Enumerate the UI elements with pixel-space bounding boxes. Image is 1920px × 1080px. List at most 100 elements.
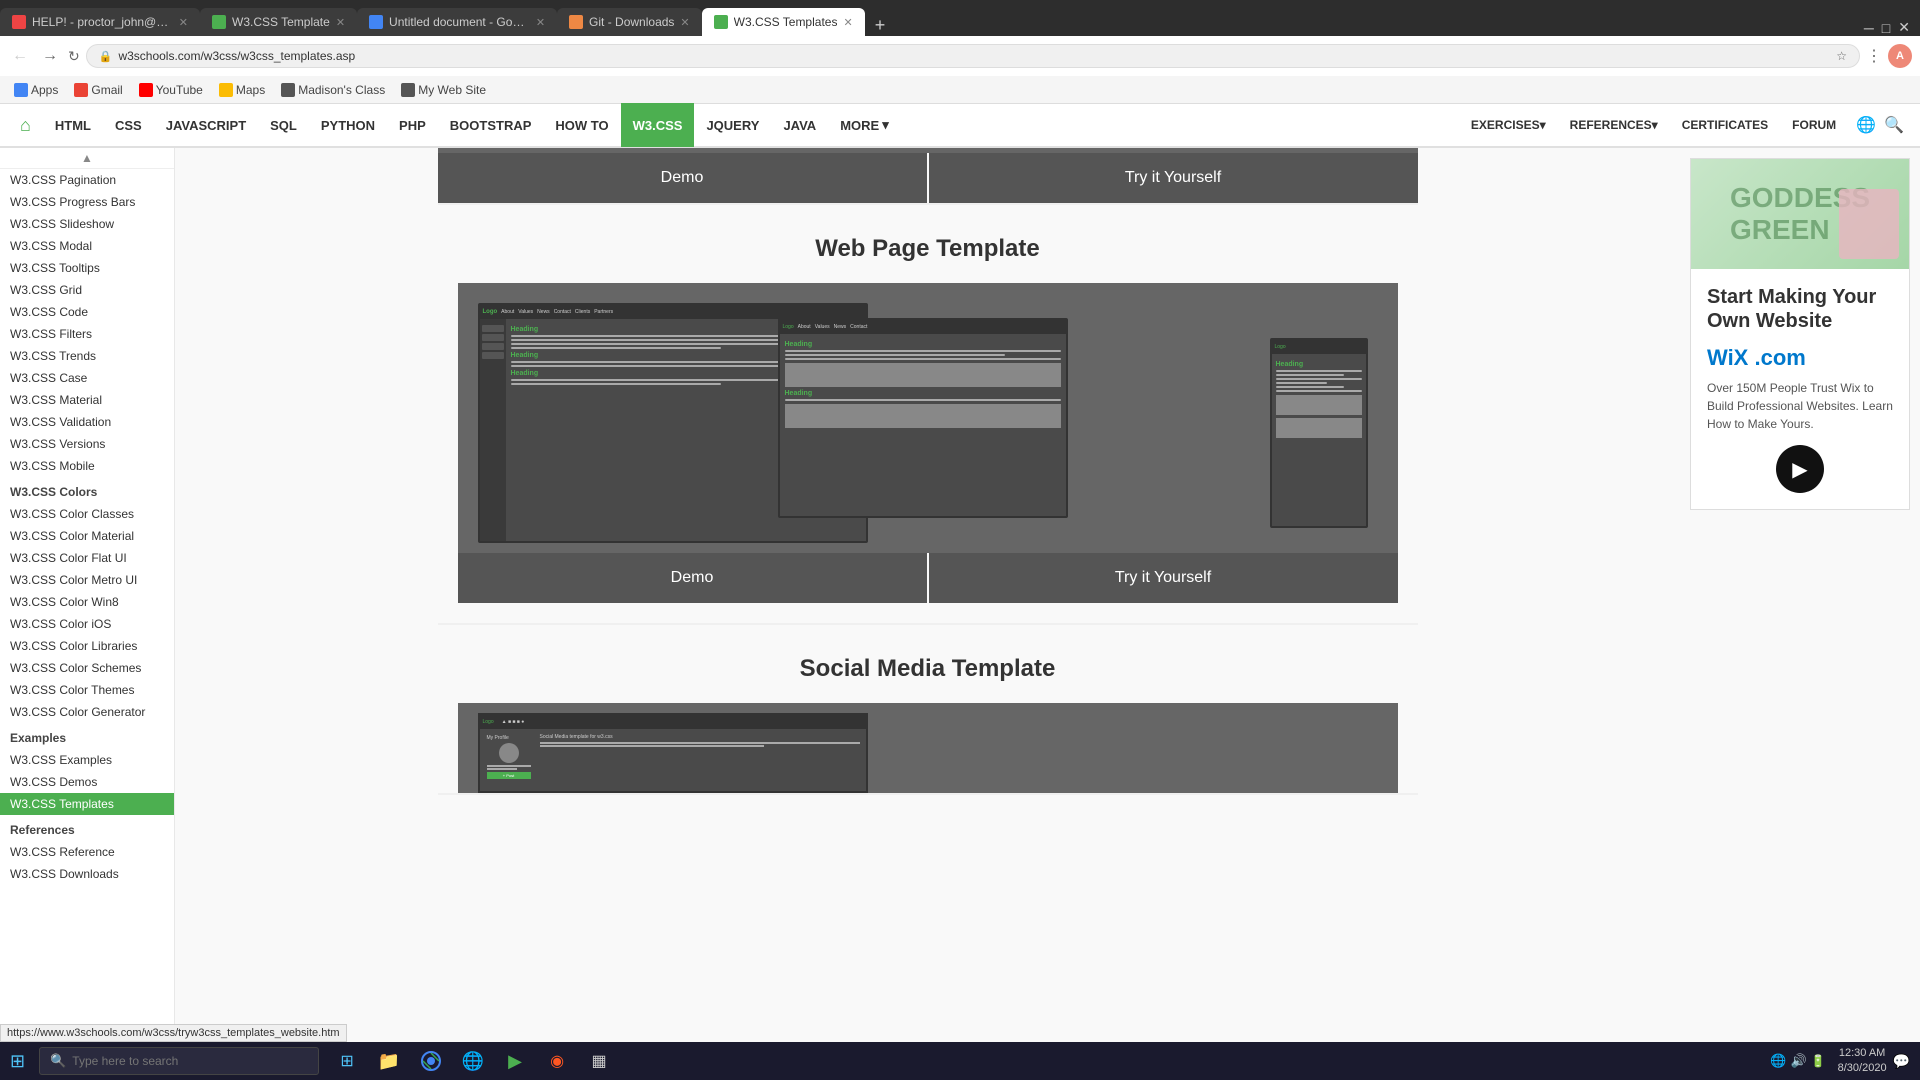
sidebar-color-generator[interactable]: W3.CSS Color Generator <box>0 701 174 723</box>
nav-jquery[interactable]: JQUERY <box>694 103 771 147</box>
forward-button[interactable]: → <box>38 43 62 69</box>
sidebar-item-material[interactable]: W3.CSS Material <box>0 389 174 411</box>
tab-close-3[interactable]: ✕ <box>536 16 545 29</box>
sidebar-color-libraries[interactable]: W3.CSS Color Libraries <box>0 635 174 657</box>
tab-close-1[interactable]: ✕ <box>179 16 188 29</box>
taskbar-time[interactable]: 12:30 AM 8/30/2020 <box>1838 1046 1887 1077</box>
reload-button[interactable]: ↻ <box>68 48 80 65</box>
web-page-try-button[interactable]: Try it Yourself <box>929 553 1398 603</box>
notification-icon[interactable]: 💬 <box>1893 1053 1910 1070</box>
sidebar-templates[interactable]: W3.CSS Templates <box>0 793 174 815</box>
back-button[interactable]: ← <box>8 43 32 69</box>
tab-close-2[interactable]: ✕ <box>336 16 345 29</box>
taskbar-search-box[interactable]: 🔍 <box>39 1047 319 1075</box>
bookmark-my-web-site[interactable]: My Web Site <box>395 81 492 99</box>
browser-tab-5[interactable]: W3.CSS Templates ✕ <box>702 8 865 36</box>
taskbar-file-explorer[interactable]: 📁 <box>369 1042 409 1080</box>
sidebar-item-code[interactable]: W3.CSS Code <box>0 301 174 323</box>
tab-title-2: W3.CSS Template <box>232 15 330 29</box>
nav-forum[interactable]: FORUM <box>1780 103 1848 147</box>
browser-tab-3[interactable]: Untitled document - Google Do... ✕ <box>357 8 557 36</box>
taskbar-app-4[interactable]: 🌐 <box>453 1042 493 1080</box>
sidebar-item-tooltips[interactable]: W3.CSS Tooltips <box>0 257 174 279</box>
sidebar-item-case[interactable]: W3.CSS Case <box>0 367 174 389</box>
sidebar-color-material[interactable]: W3.CSS Color Material <box>0 525 174 547</box>
home-button[interactable]: ⌂ <box>8 115 43 136</box>
restore-button[interactable]: □ <box>1882 20 1890 36</box>
sidebar-color-classes[interactable]: W3.CSS Color Classes <box>0 503 174 525</box>
sidebar-downloads[interactable]: W3.CSS Downloads <box>0 863 174 885</box>
sidebar-item-validation[interactable]: W3.CSS Validation <box>0 411 174 433</box>
tablet-heading-2: Heading <box>785 390 1061 397</box>
sidebar-color-metro-ui[interactable]: W3.CSS Color Metro UI <box>0 569 174 591</box>
nav-certificates[interactable]: CERTIFICATES <box>1670 103 1780 147</box>
extensions-button[interactable]: ⋮ <box>1866 46 1882 66</box>
bookmark-maps[interactable]: Maps <box>213 81 271 99</box>
taskbar-app-6[interactable]: ◉ <box>537 1042 577 1080</box>
tab-close-4[interactable]: ✕ <box>680 16 689 29</box>
volume-icon[interactable]: 🔊 <box>1790 1053 1806 1069</box>
sidebar-item-grid[interactable]: W3.CSS Grid <box>0 279 174 301</box>
sidebar-color-schemes[interactable]: W3.CSS Color Schemes <box>0 657 174 679</box>
nav-css[interactable]: CSS <box>103 103 154 147</box>
close-window-button[interactable]: ✕ <box>1898 19 1910 36</box>
nav-java[interactable]: JAVA <box>771 103 828 147</box>
sidebar-item-mobile[interactable]: W3.CSS Mobile <box>0 455 174 477</box>
bookmark-apps[interactable]: Apps <box>8 81 64 99</box>
nav-html[interactable]: HTML <box>43 103 103 147</box>
tab-close-5[interactable]: ✕ <box>843 16 852 29</box>
taskbar-task-view[interactable]: ⊞ <box>327 1042 367 1080</box>
nav-python[interactable]: PYTHON <box>309 103 387 147</box>
prev-demo-button[interactable]: Demo <box>438 153 927 203</box>
nav-bootstrap[interactable]: BOOTSTRAP <box>438 103 544 147</box>
nav-more[interactable]: MORE ▾ <box>828 103 901 147</box>
browser-tab-4[interactable]: Git - Downloads ✕ <box>557 8 702 36</box>
tablet-body: Heading Heading <box>780 334 1066 516</box>
url-bar[interactable]: 🔒 w3schools.com/w3css/w3css_templates.as… <box>86 44 1860 68</box>
browser-tab-2[interactable]: W3.CSS Template ✕ <box>200 8 357 36</box>
search-icon[interactable]: 🔍 <box>1884 115 1904 135</box>
taskbar-search-input[interactable] <box>72 1054 308 1068</box>
ad-headline: Start Making Your Own Website <box>1707 285 1893 333</box>
nav-w3css[interactable]: W3.CSS <box>621 103 695 147</box>
bookmark-star-icon[interactable]: ☆ <box>1836 49 1847 63</box>
bookmark-gmail[interactable]: Gmail <box>68 81 128 99</box>
prev-try-button[interactable]: Try it Yourself <box>929 153 1418 203</box>
nav-howto[interactable]: HOW TO <box>543 103 620 147</box>
start-button[interactable]: ⊞ <box>0 1051 35 1072</box>
sidebar-demos[interactable]: W3.CSS Demos <box>0 771 174 793</box>
profile-avatar[interactable]: A <box>1888 44 1912 68</box>
sidebar-color-ios[interactable]: W3.CSS Color iOS <box>0 613 174 635</box>
taskbar-app-7[interactable]: ▦ <box>579 1042 619 1080</box>
nav-exercises[interactable]: EXERCISES ▾ <box>1459 103 1558 147</box>
battery-icon[interactable]: 🔋 <box>1811 1054 1826 1068</box>
network-icon[interactable]: 🌐 <box>1770 1053 1786 1069</box>
sidebar-color-flat-ui[interactable]: W3.CSS Color Flat UI <box>0 547 174 569</box>
sidebar-color-win8[interactable]: W3.CSS Color Win8 <box>0 591 174 613</box>
taskbar-app-5[interactable]: ▶ <box>495 1042 535 1080</box>
sidebar-item-slideshow[interactable]: W3.CSS Slideshow <box>0 213 174 235</box>
sidebar-scroll-up[interactable]: ▲ <box>0 148 174 169</box>
nav-sql[interactable]: SQL <box>258 103 309 147</box>
sidebar-color-themes[interactable]: W3.CSS Color Themes <box>0 679 174 701</box>
sidebar-item-modal[interactable]: W3.CSS Modal <box>0 235 174 257</box>
sidebar-examples[interactable]: W3.CSS Examples <box>0 749 174 771</box>
nav-php[interactable]: PHP <box>387 103 438 147</box>
ad-cta-button[interactable]: ▶ <box>1776 445 1824 493</box>
sidebar-item-progress-bars[interactable]: W3.CSS Progress Bars <box>0 191 174 213</box>
nav-references[interactable]: REFERENCES ▾ <box>1558 103 1670 147</box>
taskbar-chrome[interactable] <box>411 1042 451 1080</box>
sidebar-item-filters[interactable]: W3.CSS Filters <box>0 323 174 345</box>
sidebar-item-trends[interactable]: W3.CSS Trends <box>0 345 174 367</box>
globe-icon[interactable]: 🌐 <box>1856 115 1876 135</box>
new-tab-button[interactable]: + <box>865 15 896 36</box>
sidebar-item-versions[interactable]: W3.CSS Versions <box>0 433 174 455</box>
nav-javascript[interactable]: JAVASCRIPT <box>154 103 258 147</box>
browser-tab-1[interactable]: HELP! - proctor_john@wheaton... ✕ <box>0 8 200 36</box>
bookmark-youtube[interactable]: YouTube <box>133 81 209 99</box>
web-page-demo-button[interactable]: Demo <box>458 553 927 603</box>
bookmark-madisons-class[interactable]: Madison's Class <box>275 81 391 99</box>
minimize-button[interactable]: ─ <box>1864 20 1874 36</box>
sidebar-item-pagination[interactable]: W3.CSS Pagination <box>0 169 174 191</box>
sidebar-reference[interactable]: W3.CSS Reference <box>0 841 174 863</box>
